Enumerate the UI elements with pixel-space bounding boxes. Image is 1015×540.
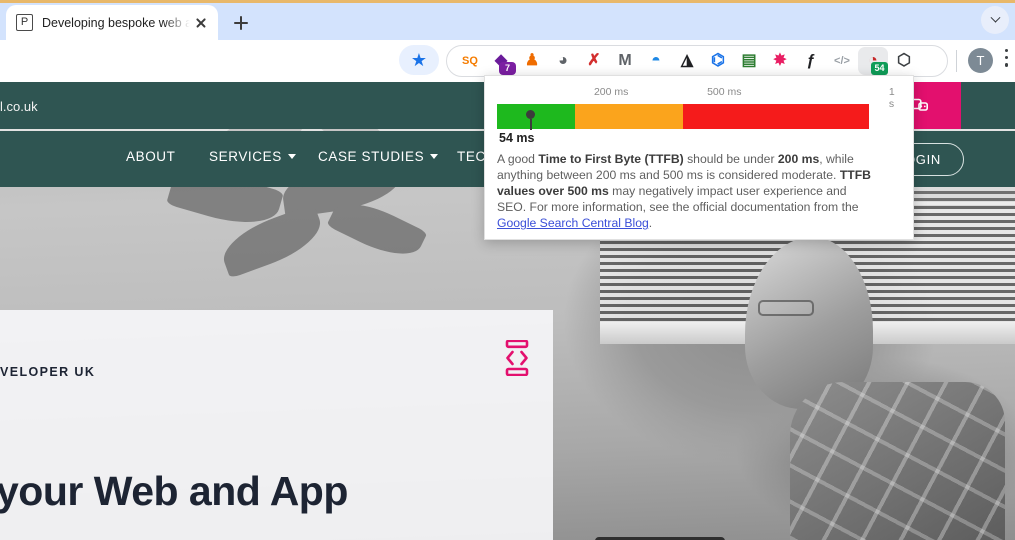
mailtrack-extension-glyph: M [618,52,632,69]
fonts-extension[interactable]: ƒ [796,47,826,75]
nav-item-label: ABOUT [126,148,176,164]
bar-segment-good [497,104,576,129]
tab-title: Developing bespoke web and [42,15,190,30]
checkbot-extension-glyph: ⌬ [711,52,725,69]
new-tab-button[interactable] [228,10,254,36]
ttfb-measured-value: 54 ms [499,131,535,145]
bar-segment-moderate [575,104,683,129]
sq-extension[interactable]: SQ [455,47,485,75]
page-title: your Web and App [0,468,348,514]
nav-item-services[interactable]: SERVICES [209,149,296,164]
person-plaid-shirt [790,382,1005,540]
pencils-extension[interactable]: ✗ [579,47,609,75]
orange-pin-extension-glyph: ♟ [524,52,540,69]
gauge-extension[interactable]: ◕ [548,47,578,75]
code-brackets-device-icon [505,340,529,376]
nav-item-about[interactable]: ABOUT [126,149,176,164]
tab-strip: P Developing bespoke web and [0,0,1015,40]
ttfb-marker-stem [530,119,532,130]
ttfb-description: A good Time to First Byte (TTFB) should … [497,152,871,231]
code-viewer-extension[interactable]: </> [827,47,857,75]
scale-label: 200 ms [593,86,629,98]
ttfb-poor-threshold: TTFB values over 500 ms [497,168,871,199]
nav-item-case-studies[interactable]: CASE STUDIES [318,148,439,164]
window-top-accent [0,0,1015,3]
hero-card: VELOPER UK your Web and App [0,310,553,540]
purple-tag-extension-badge: 7 [499,62,516,75]
chevron-down-icon [287,153,296,159]
ttfb-extension[interactable]: ◔ 54 [858,47,888,75]
bookmark-star-icon[interactable]: ★ [399,45,439,75]
scale-label: 500 ms [707,86,742,98]
chevron-down-icon[interactable] [981,6,1009,34]
site-domain-text: l.co.uk [0,99,38,114]
ttfb-extension-badge: 54 [871,62,888,75]
ahrefs-extension[interactable]: ◮ [672,47,702,75]
blue-tag-extension-glyph: ◓ [651,52,661,69]
mailtrack-extension[interactable]: M [610,47,640,75]
avatar-initial: T [976,53,985,68]
image-extension-glyph: ▤ [741,52,757,69]
toolbar-divider [956,50,957,72]
tab-favicon: P [16,14,33,31]
bar-segment-poor [682,104,869,129]
avatar[interactable]: T [968,48,993,73]
checkbot-extension[interactable]: ⌬ [703,47,733,75]
orange-pin-extension[interactable]: ♟ [517,47,547,75]
sq-extension-glyph: SQ [462,54,478,67]
extensions-puzzle-glyph: ⬡ [897,52,911,69]
ahrefs-extension-glyph: ◮ [680,52,694,69]
blue-tag-extension[interactable]: ◓ [641,47,671,75]
close-icon[interactable] [192,14,210,32]
ttfb-scale-bar [497,104,869,129]
colorpicker-extension-glyph: ✸ [773,52,787,69]
browser-window: P Developing bespoke web and ★ SQ ◆ 7 ♟ ◕ ✗ M ◓… [0,0,1015,540]
star-glyph: ★ [410,50,428,70]
purple-tag-extension[interactable]: ◆ 7 [486,47,516,75]
person-glasses [758,300,814,316]
kebab-menu-icon[interactable] [1005,49,1009,73]
pencils-extension-glyph: ✗ [587,52,601,69]
ttfb-term: Time to First Byte (TTFB) [538,152,684,166]
extensions-toolbar: SQ ◆ 7 ♟ ◕ ✗ M ◓ ◮ ⌬ ▤ ✸ ƒ </> ◔ 54 ⬡ [446,45,948,77]
ttfb-extension-popup: 200 ms 500 ms 1 s 54 ms A good Time to Fir… [484,75,914,240]
ttfb-good-threshold: 200 ms [777,152,820,166]
scale-label: 1 s [888,86,895,110]
gauge-extension-glyph: ◕ [558,52,568,69]
image-extension[interactable]: ▤ [734,47,764,75]
hero-eyebrow: VELOPER UK [0,365,96,379]
code-viewer-extension-glyph: </> [834,54,850,67]
fonts-extension-glyph: ƒ [806,52,816,69]
chevron-down-icon [430,153,439,159]
scale-tick-labels: 200 ms 500 ms 1 s [497,86,901,110]
nav-item-label: SERVICES [209,148,282,164]
extensions-puzzle[interactable]: ⬡ [889,47,919,75]
google-search-central-blog-link[interactable]: Google Search Central Blog [497,216,649,230]
nav-item-label: CASE STUDIES [318,148,425,164]
browser-tab[interactable]: P Developing bespoke web and [6,5,218,40]
colorpicker-extension[interactable]: ✸ [765,47,795,75]
